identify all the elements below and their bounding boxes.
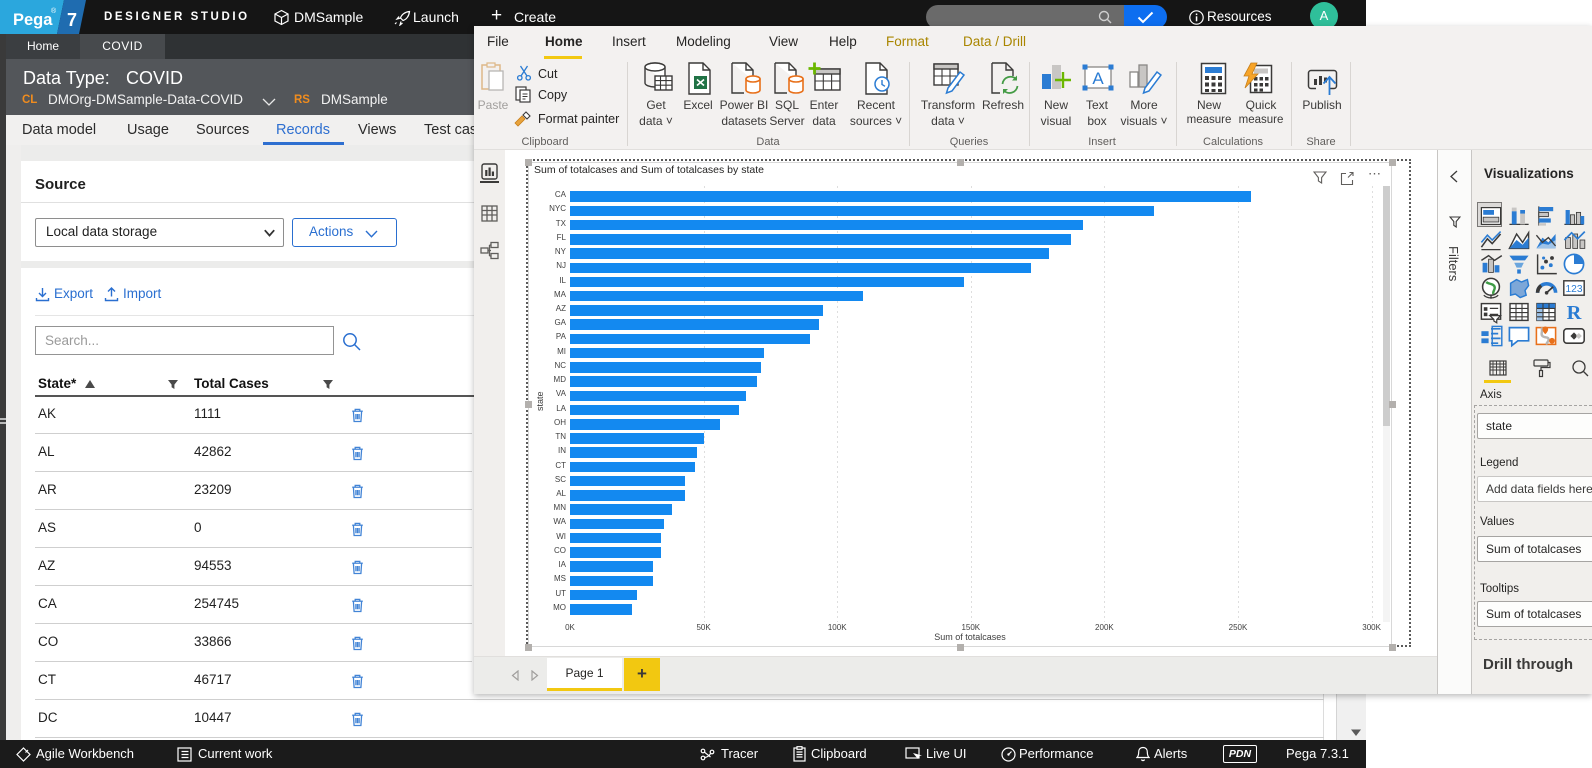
- svg-text:®: ®: [51, 7, 57, 15]
- svg-text:R: R: [1566, 302, 1581, 324]
- svg-text:123: 123: [1565, 284, 1582, 295]
- svg-text:7: 7: [67, 10, 77, 30]
- svg-text:Pega: Pega: [13, 11, 53, 29]
